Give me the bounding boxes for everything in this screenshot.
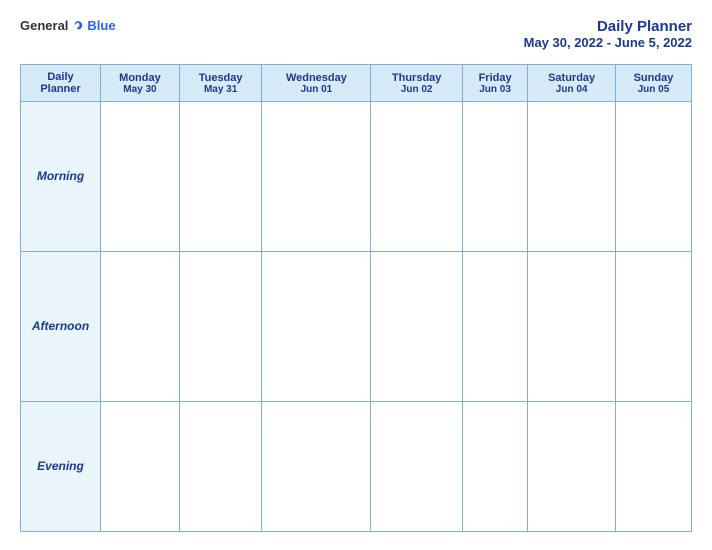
evening-mon-cell[interactable]: [101, 401, 180, 531]
logo-blue-text: Blue: [87, 18, 115, 33]
afternoon-mon-cell[interactable]: [101, 251, 180, 401]
evening-sat-cell[interactable]: [528, 401, 616, 531]
morning-tue-cell[interactable]: [179, 102, 261, 252]
calendar-table: Daily Planner Monday May 30 Tuesday May …: [20, 64, 692, 532]
morning-wed-cell[interactable]: [262, 102, 371, 252]
morning-sun-cell[interactable]: [615, 102, 691, 252]
col-header-wed: Wednesday Jun 01: [262, 65, 371, 102]
evening-row: Evening: [21, 401, 692, 531]
col-sun-name: Sunday: [620, 72, 687, 84]
col-header-sun: Sunday Jun 05: [615, 65, 691, 102]
logo-area: General Blue: [20, 18, 116, 33]
evening-label-cell: Evening: [21, 401, 101, 531]
afternoon-thu-cell[interactable]: [371, 251, 462, 401]
evening-sun-cell[interactable]: [615, 401, 691, 531]
col-sat-name: Saturday: [532, 72, 611, 84]
evening-label: Evening: [37, 459, 84, 473]
morning-sat-cell[interactable]: [528, 102, 616, 252]
col-fri-date: Jun 03: [467, 84, 524, 95]
col-header-label: Daily Planner: [21, 65, 101, 102]
morning-row: Morning: [21, 102, 692, 252]
afternoon-sun-cell[interactable]: [615, 251, 691, 401]
col-thu-date: Jun 02: [375, 84, 457, 95]
col-label-line2: Planner: [25, 83, 96, 95]
col-header-mon: Monday May 30: [101, 65, 180, 102]
header: General Blue Daily Planner May 30, 2022 …: [20, 18, 692, 50]
morning-label-cell: Morning: [21, 102, 101, 252]
logo-bird-icon: [71, 19, 85, 33]
planner-title: Daily Planner: [524, 18, 692, 35]
col-wed-date: Jun 01: [266, 84, 366, 95]
afternoon-fri-cell[interactable]: [462, 251, 528, 401]
col-sat-date: Jun 04: [532, 84, 611, 95]
evening-wed-cell[interactable]: [262, 401, 371, 531]
col-mon-name: Monday: [105, 72, 175, 84]
afternoon-row: Afternoon: [21, 251, 692, 401]
logo-general-text: General: [20, 18, 68, 33]
col-fri-name: Friday: [467, 72, 524, 84]
morning-label: Morning: [37, 169, 84, 183]
col-tue-date: May 31: [184, 84, 257, 95]
morning-thu-cell[interactable]: [371, 102, 462, 252]
afternoon-wed-cell[interactable]: [262, 251, 371, 401]
col-header-fri: Friday Jun 03: [462, 65, 528, 102]
evening-thu-cell[interactable]: [371, 401, 462, 531]
evening-fri-cell[interactable]: [462, 401, 528, 531]
afternoon-sat-cell[interactable]: [528, 251, 616, 401]
col-label-line1: Daily: [25, 71, 96, 83]
col-header-tue: Tuesday May 31: [179, 65, 261, 102]
evening-tue-cell[interactable]: [179, 401, 261, 531]
logo-text: General Blue: [20, 18, 116, 33]
col-thu-name: Thursday: [375, 72, 457, 84]
col-header-sat: Saturday Jun 04: [528, 65, 616, 102]
afternoon-label: Afternoon: [32, 319, 89, 333]
col-sun-date: Jun 05: [620, 84, 687, 95]
morning-mon-cell[interactable]: [101, 102, 180, 252]
col-wed-name: Wednesday: [266, 72, 366, 84]
afternoon-tue-cell[interactable]: [179, 251, 261, 401]
col-header-thu: Thursday Jun 02: [371, 65, 462, 102]
col-tue-name: Tuesday: [184, 72, 257, 84]
header-row: Daily Planner Monday May 30 Tuesday May …: [21, 65, 692, 102]
page: General Blue Daily Planner May 30, 2022 …: [0, 0, 712, 550]
planner-date-range: May 30, 2022 - June 5, 2022: [524, 35, 692, 50]
col-mon-date: May 30: [105, 84, 175, 95]
morning-fri-cell[interactable]: [462, 102, 528, 252]
title-area: Daily Planner May 30, 2022 - June 5, 202…: [524, 18, 692, 50]
afternoon-label-cell: Afternoon: [21, 251, 101, 401]
